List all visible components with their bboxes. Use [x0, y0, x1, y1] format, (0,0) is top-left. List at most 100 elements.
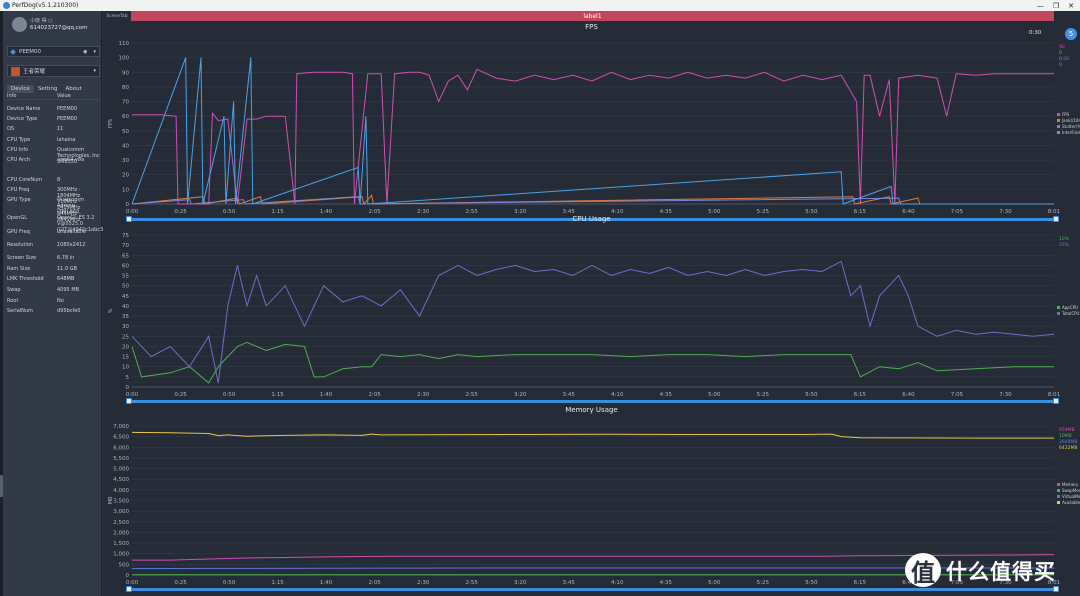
- y-tick-label: 2,500: [113, 520, 129, 526]
- label-bar[interactable]: label1: [131, 11, 1054, 21]
- legend-swatch: [1057, 489, 1060, 492]
- x-tick-label: 5:25: [757, 580, 770, 584]
- legend-swatch: [1057, 119, 1060, 122]
- y-tick-label: 6,000: [113, 445, 129, 451]
- device-select[interactable]: PEEM00 ◉ ▾: [7, 46, 100, 57]
- avatar[interactable]: [12, 17, 27, 32]
- y-tick-label: 2,000: [113, 530, 129, 536]
- y-tick-label: 35: [122, 314, 129, 320]
- y-tick-label: 4,500: [113, 477, 129, 483]
- legend-value: 2648MB: [1059, 439, 1077, 445]
- device-icon: [10, 48, 16, 55]
- y-tick-label: 60: [122, 114, 129, 120]
- y-tick-label: 110: [119, 41, 130, 47]
- y-tick-label: 0: [126, 385, 130, 391]
- tab-setting[interactable]: Setting: [34, 85, 62, 93]
- user-email: 614023727@qq.com: [30, 25, 88, 31]
- y-axis-label: %: [108, 308, 114, 313]
- legend-label: Available: [1062, 500, 1080, 505]
- legend-label: InterFrame: [1062, 130, 1080, 135]
- x-tick-label: 0:50: [223, 580, 236, 584]
- app-icon: [3, 2, 10, 9]
- y-tick-label: 4,000: [113, 488, 129, 494]
- tab-scene[interactable]: SceneTab: [103, 11, 131, 21]
- info-row: Resolution 1080x2412: [6, 242, 101, 248]
- legend-swatch: [1057, 312, 1060, 315]
- legend-value: 0.00: [1059, 56, 1069, 62]
- cpu-time-slider[interactable]: [126, 398, 1059, 404]
- y-tick-label: 0: [126, 573, 130, 579]
- info-key: Device Name: [7, 106, 41, 112]
- legend-label: Stutter(%): [1062, 124, 1080, 129]
- x-tick-label: 6:15: [854, 580, 867, 584]
- y-tick-label: 50: [122, 129, 129, 135]
- chevron-down-icon: ▾: [93, 48, 96, 55]
- x-tick-label: 2:30: [417, 580, 430, 584]
- legend-value: 90: [1059, 44, 1065, 50]
- minimize-icon[interactable]: —: [1037, 2, 1044, 10]
- x-tick-label: 1:40: [320, 392, 333, 398]
- x-tick-label: 4:35: [660, 580, 673, 584]
- legend-value: 0: [1059, 50, 1062, 56]
- x-tick-label: 5:50: [805, 392, 818, 398]
- memory-time-slider[interactable]: [126, 586, 1059, 592]
- y-tick-label: 80: [122, 85, 129, 91]
- y-tick-label: 50: [122, 284, 129, 290]
- y-tick-label: 45: [122, 294, 129, 300]
- x-tick-label: 2:05: [368, 580, 381, 584]
- info-key: Screen Size: [7, 255, 37, 261]
- y-tick-label: 70: [122, 100, 129, 106]
- info-row: SerialNum d95bcfe0: [6, 308, 101, 314]
- chevron-down-icon: ▾: [93, 68, 96, 74]
- info-key: CPU CoreNum: [7, 177, 43, 183]
- x-tick-label: 2:30: [417, 392, 430, 398]
- legend-label: TotalCPU: [1061, 311, 1080, 316]
- tab-device[interactable]: Device: [7, 85, 34, 93]
- close-icon[interactable]: ✕: [1068, 2, 1074, 10]
- info-key: Root: [7, 298, 19, 304]
- y-tick-label: 25: [122, 334, 129, 340]
- window-controls: — ❐ ✕: [1037, 2, 1074, 10]
- legend-label: Jank(/10min): [1061, 118, 1080, 123]
- legend-swatch: [1057, 495, 1060, 498]
- watermark-text: 什么值得买: [946, 560, 1056, 584]
- x-tick-label: 1:15: [271, 392, 284, 398]
- chart-title: CPU Usage: [572, 215, 611, 223]
- slider-end-handle[interactable]: [1053, 586, 1059, 592]
- info-key: GPU Type: [7, 197, 31, 203]
- info-key: SerialNum: [7, 308, 33, 314]
- series-line: [132, 68, 1054, 205]
- series-line: [131, 431, 1054, 439]
- info-value: 11.0 GB: [57, 266, 78, 272]
- y-axis-label: MB: [108, 496, 114, 504]
- info-table-header: Info Value: [6, 93, 101, 100]
- info-row: GPU Type Qualcomm Adreno (TM) 660: [6, 197, 101, 215]
- maximize-icon[interactable]: ❐: [1053, 2, 1059, 10]
- info-value: 1080x2412: [57, 242, 86, 248]
- tab-about[interactable]: About: [62, 85, 86, 93]
- legend-value: 26%: [1059, 242, 1070, 248]
- x-tick-label: 5:50: [805, 580, 818, 584]
- y-tick-label: 30: [122, 324, 129, 330]
- info-value: arm64-v8a: [57, 157, 85, 163]
- x-tick-label: 5:00: [708, 580, 721, 584]
- info-header-cell: Info: [7, 93, 17, 99]
- slider-start-handle[interactable]: [126, 586, 132, 592]
- app-select[interactable]: 王者荣耀 ▾: [7, 65, 100, 77]
- chart-title: Memory Usage: [565, 406, 618, 414]
- info-row: Ram Size 11.0 GB: [6, 266, 101, 272]
- legend-value: 6432MB: [1059, 445, 1077, 451]
- info-key: Device Type: [7, 116, 38, 122]
- legend-swatch: [1057, 113, 1060, 116]
- info-key: Swap: [7, 287, 21, 293]
- info-value: PEEM00: [57, 106, 78, 112]
- legend-label: VirtualMemory: [1062, 494, 1080, 499]
- app-thumbnail-icon: [11, 66, 20, 76]
- y-tick-label: 1,000: [113, 552, 129, 558]
- info-row: Device Name PEEM00: [6, 106, 101, 112]
- y-tick-label: 10: [122, 187, 129, 193]
- y-tick-label: 20: [122, 173, 129, 179]
- info-key: GPU Freq: [7, 229, 30, 235]
- info-row: GPU Freq unavailable: [6, 229, 101, 235]
- y-tick-label: 10: [122, 365, 129, 371]
